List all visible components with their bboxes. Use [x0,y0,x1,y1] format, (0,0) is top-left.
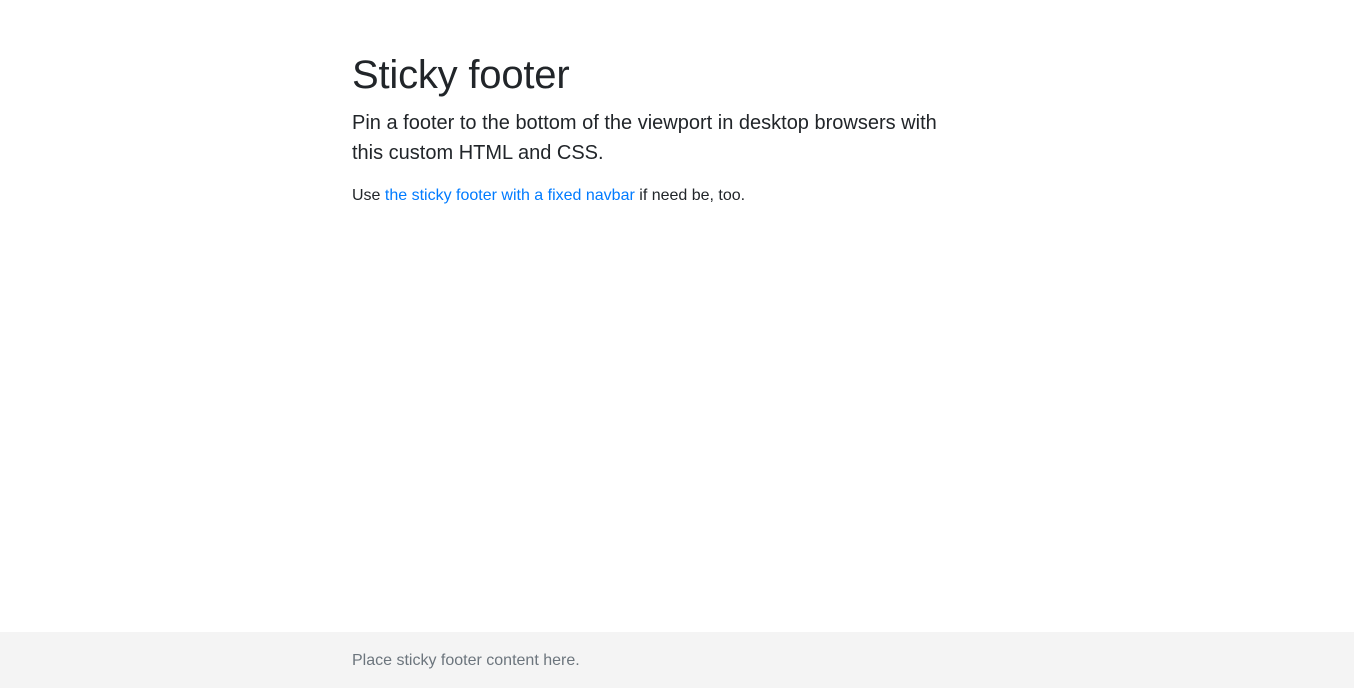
sticky-footer: Place sticky footer content here. [0,632,1354,688]
lead-paragraph: Pin a footer to the bottom of the viewpo… [352,112,937,164]
fixed-navbar-link[interactable]: the sticky footer with a fixed navbar [385,187,635,204]
body-paragraph: Use the sticky footer with a fixed navba… [352,184,1002,208]
footer-text: Place sticky footer content here. [352,652,580,669]
text-before-link: Use [352,187,385,204]
page-title: Sticky footer [352,53,570,97]
main-content: Sticky footer Pin a footer to the bottom… [352,50,1002,208]
page: Sticky footer Pin a footer to the bottom… [0,0,1354,688]
text-after-link: if need be, too. [634,187,746,204]
